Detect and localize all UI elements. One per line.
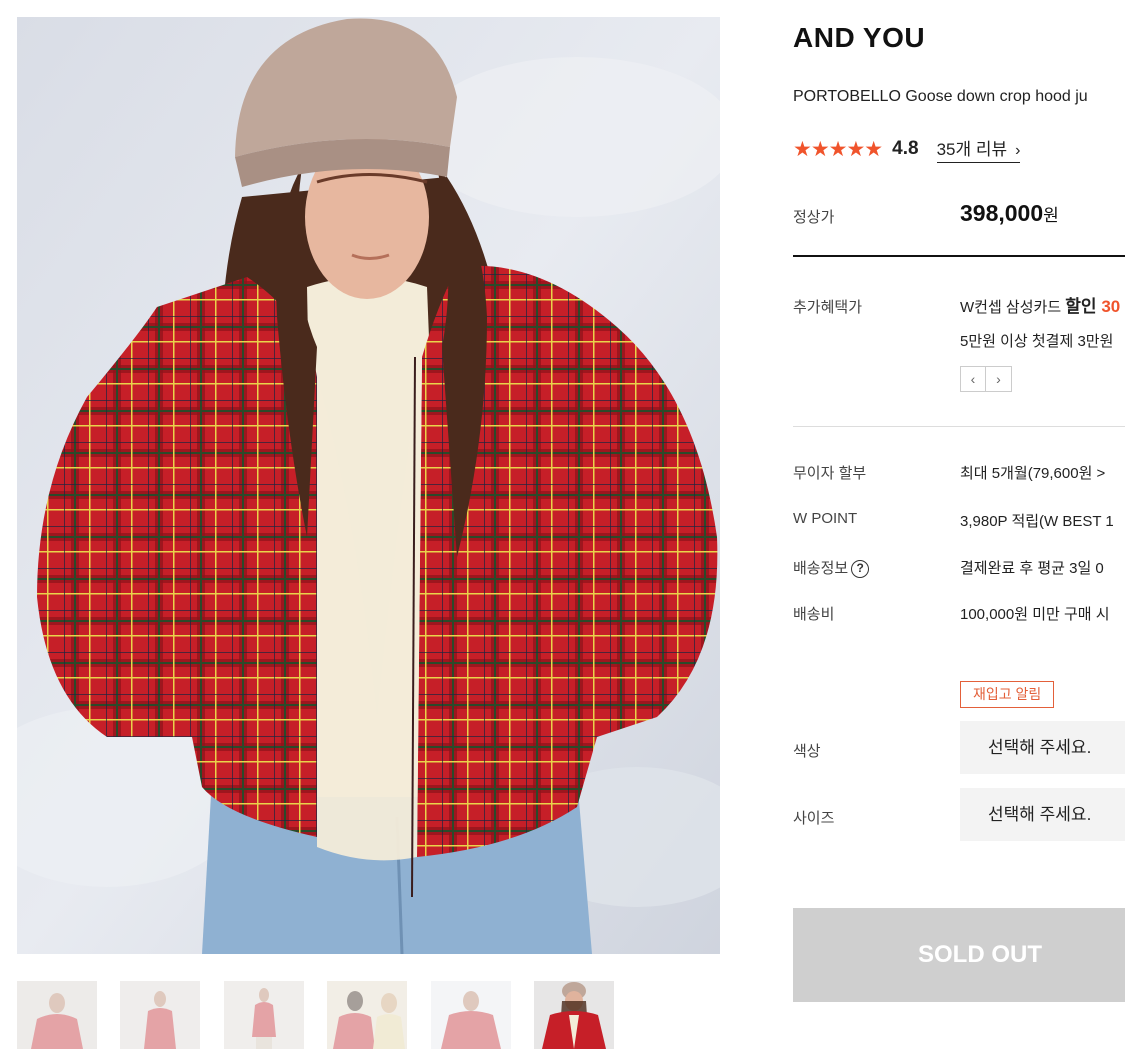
thumbnail-6[interactable]: [534, 981, 614, 1049]
card-benefit-line: W컨셉 삼성카드 할인 30: [960, 292, 1120, 317]
shipping-fee-label: 배송비: [793, 606, 835, 623]
rating-score: 4.8: [892, 138, 919, 159]
color-label: 색상: [793, 743, 821, 760]
chevron-left-icon[interactable]: ‹: [960, 366, 986, 392]
review-count-label: 35개 리뷰: [936, 140, 1008, 159]
regular-price: 398,000원: [960, 200, 1059, 227]
shipping-info-value: 결제완료 후 평균 3일 0: [960, 560, 1104, 577]
w-point-label: W POINT: [793, 510, 858, 527]
color-select[interactable]: 선택해 주세요.: [960, 721, 1125, 774]
chevron-right-icon[interactable]: ›: [986, 366, 1012, 392]
benefit-pager: ‹ ›: [960, 366, 1012, 392]
benefit-divider: [793, 426, 1125, 427]
rating-row: ★★★★★ 4.8 35개 리뷰 ›: [793, 135, 1021, 163]
help-circle-icon[interactable]: ?: [851, 560, 870, 579]
size-label: 사이즈: [793, 810, 835, 827]
card-benefit-rate: 30: [1101, 297, 1121, 316]
sold-out-button[interactable]: SOLD OUT: [793, 908, 1125, 1002]
model-photo-illustration: [17, 17, 720, 954]
shipping-info-label: 배송정보?: [793, 557, 870, 579]
thumbnail-strip: [17, 981, 627, 1049]
rating-stars-icon: ★★★★★: [793, 137, 883, 161]
brand-name[interactable]: AND YOU: [793, 22, 925, 54]
price-amount: 398,000: [960, 200, 1044, 226]
installment-label: 무이자 할부: [793, 465, 867, 482]
first-payment-benefit: 5만원 이상 첫결제 3만원: [960, 333, 1114, 350]
product-info-panel: AND YOU PORTOBELLO Goose down crop hood …: [793, 0, 1125, 1049]
product-main-image: [17, 17, 720, 954]
card-benefit-text: W컨셉 삼성카드: [960, 299, 1066, 316]
thumbnail-2[interactable]: [120, 981, 200, 1049]
product-title: PORTOBELLO Goose down crop hood ju: [793, 88, 1088, 105]
size-select[interactable]: 선택해 주세요.: [960, 788, 1125, 841]
review-count-link[interactable]: 35개 리뷰 ›: [936, 135, 1021, 163]
shipping-info-text: 배송정보: [793, 560, 849, 577]
price-divider: [793, 255, 1125, 257]
regular-price-label: 정상가: [793, 209, 835, 226]
extra-benefit-label: 추가혜택가: [793, 299, 863, 316]
card-benefit-discount: 할인: [1065, 297, 1102, 316]
thumbnail-5[interactable]: [431, 981, 511, 1049]
installment-value[interactable]: 최대 5개월(79,600원 >: [960, 462, 1105, 483]
price-unit: 원: [1043, 206, 1059, 225]
restock-alert-button[interactable]: 재입고 알림: [960, 681, 1055, 708]
thumbnail-3[interactable]: [224, 981, 304, 1049]
thumbnail-4[interactable]: [327, 981, 407, 1049]
chevron-right-icon: ›: [1015, 142, 1021, 159]
shipping-fee-value: 100,000원 미만 구매 시: [960, 606, 1110, 623]
thumbnail-1[interactable]: [17, 981, 97, 1049]
w-point-value: 3,980P 적립(W BEST 1: [960, 513, 1114, 530]
